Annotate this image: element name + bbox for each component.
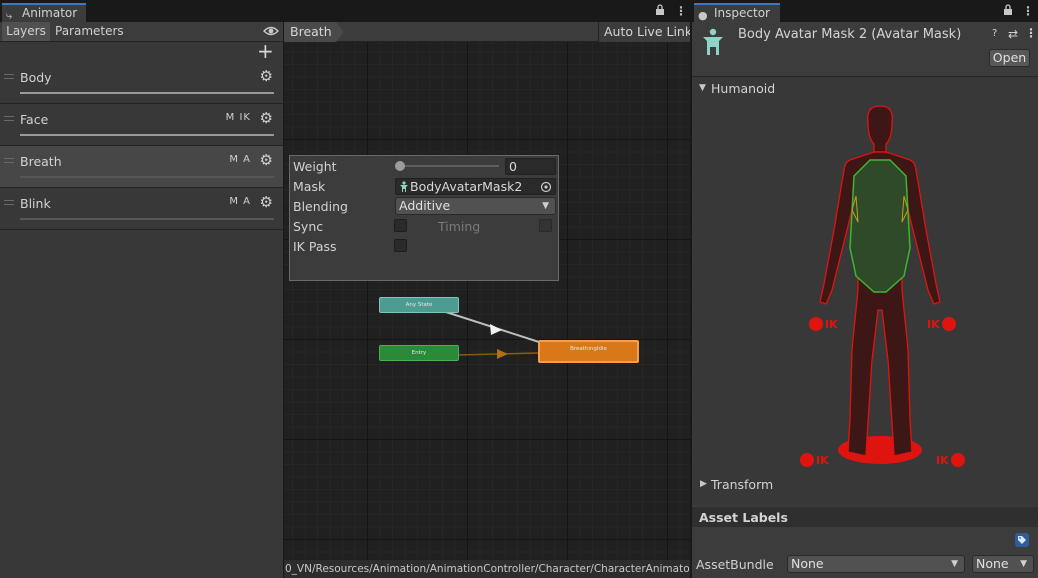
ik-right-foot-icon[interactable]	[951, 453, 965, 467]
layer-name: Blink	[20, 196, 51, 211]
drag-handle-icon[interactable]	[4, 74, 14, 79]
layer-flags: M A	[229, 196, 251, 207]
ik-left-hand-label: IK	[825, 318, 838, 331]
window-menu-icon[interactable]: ⋮	[675, 4, 687, 18]
ik-left-hand-icon[interactable]	[809, 317, 823, 331]
window-menu-icon[interactable]: ⋮	[1022, 4, 1034, 18]
settings-sliders-icon[interactable]: ⇄	[1008, 27, 1018, 41]
asset-variant-dropdown[interactable]: None ▼	[972, 555, 1034, 573]
asset-title: Body Avatar Mask 2 (Avatar Mask)	[738, 27, 962, 42]
ik-right-hand-icon[interactable]	[942, 317, 956, 331]
animator-tab[interactable]: ⤷ Animator	[2, 3, 86, 22]
layer-item-selected[interactable]: Breath M A ⚙	[0, 146, 283, 188]
lock-icon[interactable]	[1003, 4, 1013, 18]
layer-weight-bar	[20, 92, 274, 94]
animator-tab-bar	[0, 0, 690, 22]
foldout-collapsed-icon[interactable]: ▶	[700, 479, 707, 489]
ik-left-foot-icon[interactable]	[800, 453, 814, 467]
drag-handle-icon[interactable]	[4, 158, 14, 163]
tab-layers[interactable]: Layers	[2, 22, 50, 41]
transform-foldout-label[interactable]: Transform	[711, 477, 773, 492]
inspector-tab-title: Inspector	[714, 6, 770, 20]
asset-labels-header: Asset Labels	[699, 510, 788, 525]
asset-bundle-label: AssetBundle	[696, 557, 774, 572]
gear-icon[interactable]: ⚙	[260, 151, 273, 169]
tab-parameters[interactable]: Parameters	[55, 22, 124, 41]
status-bar: 0_VN/Resources/Animation/AnimationContro…	[284, 560, 690, 578]
asset-bundle-value: None	[791, 556, 824, 571]
layer-item[interactable]: Face M IK ⚙	[0, 104, 283, 146]
layer-weight-bar	[20, 218, 274, 220]
avatar-mask-icon	[700, 28, 726, 56]
any-state-node[interactable]: Any State	[379, 297, 459, 313]
layer-item[interactable]: Blink M A ⚙	[0, 188, 283, 230]
gear-icon[interactable]: ⚙	[260, 193, 273, 211]
inspector-tab[interactable]: ● Inspector	[694, 3, 780, 22]
layer-name: Body	[20, 70, 52, 85]
chevron-down-icon: ▼	[1020, 559, 1027, 569]
asset-variant-value: None	[976, 556, 1009, 571]
transition-arrows	[417, 302, 540, 359]
animator-tab-title: Animator	[22, 6, 78, 20]
foldout-expanded-icon[interactable]: ▼	[699, 83, 706, 93]
layer-flags: M A	[229, 154, 251, 165]
drag-handle-icon[interactable]	[4, 116, 14, 121]
ik-left-foot-label: IK	[816, 454, 829, 467]
layer-flags: M IK	[225, 112, 251, 123]
chevron-down-icon: ▼	[951, 559, 958, 569]
label-tag-icon[interactable]	[1015, 533, 1029, 547]
ik-right-hand-label: IK	[927, 318, 940, 331]
layer-weight-bar	[20, 176, 274, 178]
open-button[interactable]: Open	[989, 49, 1030, 67]
breadcrumb-label: Breath	[290, 24, 332, 39]
info-icon: ●	[698, 9, 708, 22]
help-icon[interactable]: ?	[992, 28, 997, 39]
panel-divider[interactable]	[690, 0, 692, 578]
lock-icon[interactable]	[655, 4, 665, 18]
add-layer-button[interactable]: +	[257, 39, 274, 63]
state-node-breathing-idle[interactable]: BreathingIdle	[538, 340, 639, 363]
entry-node[interactable]: Entry	[379, 345, 459, 361]
humanoid-mask-figure[interactable]	[800, 100, 980, 472]
asset-bundle-dropdown[interactable]: None ▼	[787, 555, 965, 573]
layer-item[interactable]: Body ⚙	[0, 62, 283, 104]
humanoid-foldout-label[interactable]: Humanoid	[711, 81, 775, 96]
layer-name: Breath	[20, 154, 62, 169]
gear-icon[interactable]: ⚙	[260, 67, 273, 85]
ik-right-foot-label: IK	[936, 454, 949, 467]
context-menu-icon[interactable]: ⋮	[1025, 26, 1037, 40]
auto-live-link-label: Auto Live Link	[604, 24, 693, 39]
layer-weight-bar	[20, 134, 274, 136]
layer-name: Face	[20, 112, 49, 127]
gear-icon[interactable]: ⚙	[260, 109, 273, 127]
drag-handle-icon[interactable]	[4, 200, 14, 205]
